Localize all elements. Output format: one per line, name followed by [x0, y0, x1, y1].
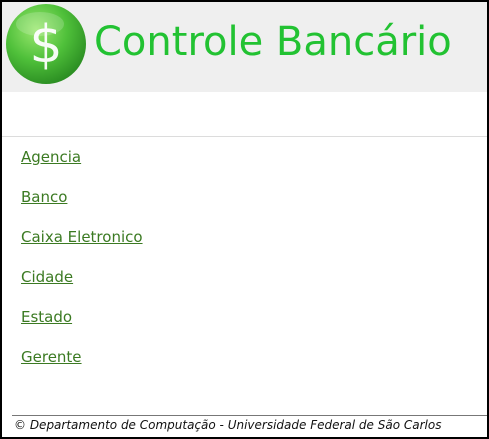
link-agencia[interactable]: Agencia	[21, 148, 81, 166]
page-header: $ Controle Bancário	[2, 2, 487, 92]
footer-divider	[12, 415, 487, 416]
menu-item-cidade: Cidade	[21, 259, 143, 299]
svg-text:$: $	[29, 15, 62, 75]
dollar-coin-icon: $	[6, 4, 86, 84]
footer-copyright: © Departamento de Computação - Universid…	[14, 418, 442, 432]
link-estado[interactable]: Estado	[21, 308, 72, 326]
link-banco[interactable]: Banco	[21, 188, 67, 206]
link-cidade[interactable]: Cidade	[21, 268, 73, 286]
navigation-menu: Agencia Banco Caixa Eletronico Cidade Es…	[21, 139, 143, 379]
menu-item-gerente: Gerente	[21, 339, 143, 379]
toolbar-area	[2, 92, 487, 137]
menu-item-estado: Estado	[21, 299, 143, 339]
browser-window: $ Controle Bancário Agencia Banco Caixa …	[2, 2, 487, 437]
menu-item-caixa-eletronico: Caixa Eletronico	[21, 219, 143, 259]
link-gerente[interactable]: Gerente	[21, 348, 82, 366]
app-title: Controle Bancário	[94, 19, 452, 65]
menu-item-banco: Banco	[21, 179, 143, 219]
menu-item-agencia: Agencia	[21, 139, 143, 179]
link-caixa-eletronico[interactable]: Caixa Eletronico	[21, 228, 143, 246]
